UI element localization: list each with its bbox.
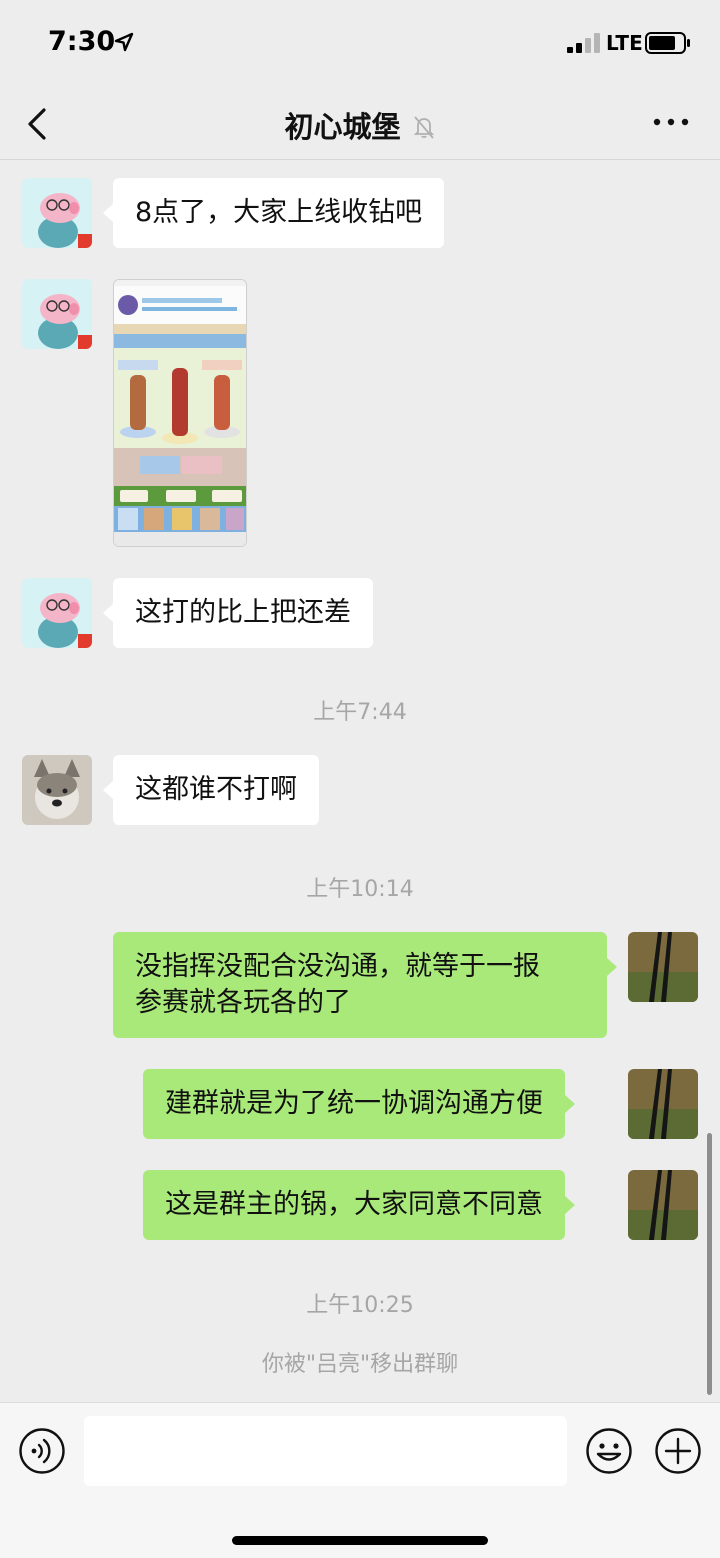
pig-avatar-icon [22, 178, 92, 248]
message-text: 这都谁不打啊 [135, 774, 297, 805]
pig-avatar-icon [22, 578, 92, 648]
sender-avatar[interactable] [22, 178, 92, 248]
message-text: 没指挥没配合没沟通，就等于一报 [135, 951, 540, 982]
message-text: 建群就是为了统一协调沟通方便 [165, 1088, 543, 1119]
scrollbar[interactable] [707, 1133, 712, 1395]
bell-slash-icon [413, 116, 434, 139]
status-time: 7:30 [48, 26, 116, 57]
voice-icon[interactable] [18, 1427, 66, 1475]
pig-avatar-icon [22, 279, 92, 349]
dog-avatar-icon [22, 755, 92, 825]
message-text: 这打的比上把还差 [135, 597, 351, 628]
network-type: LTE [606, 31, 643, 55]
message-text: 这是群主的锅，大家同意不同意 [165, 1189, 543, 1220]
home-indicator[interactable] [232, 1536, 488, 1545]
timestamp: 上午7:44 [313, 700, 407, 725]
emoji-icon[interactable] [585, 1427, 633, 1475]
shadow-photo-avatar-icon [628, 1170, 698, 1240]
message-bubble[interactable]: 这都谁不打啊 [103, 755, 319, 825]
more-dots-icon[interactable] [652, 114, 690, 130]
sender-avatar[interactable] [22, 755, 92, 825]
shadow-photo-avatar-icon [628, 932, 698, 1002]
status-bar: 7:30 LTE [0, 0, 720, 88]
battery-icon [645, 32, 690, 54]
nav-bar: 初心城堡 [0, 88, 720, 160]
system-message: 你被"吕亮"移出群聊 [261, 1352, 459, 1377]
message-bubble[interactable]: 这打的比上把还差 [103, 578, 373, 648]
chat-title: 初心城堡 [284, 110, 401, 144]
my-avatar[interactable] [628, 932, 698, 1002]
my-avatar[interactable] [628, 1069, 698, 1139]
message-input[interactable] [84, 1416, 567, 1486]
message-bubble[interactable]: 8点了，大家上线收钻吧 [102, 178, 445, 248]
message-bubble-outgoing[interactable]: 建群就是为了统一协调沟通方便 [143, 1069, 575, 1139]
timestamp: 上午10:14 [306, 877, 414, 902]
shadow-photo-avatar-icon [628, 1069, 698, 1139]
sender-avatar[interactable] [22, 279, 92, 349]
location-arrow-icon [114, 32, 134, 52]
sender-avatar[interactable] [22, 578, 92, 648]
nav-title-wrap: 初心城堡 [0, 104, 720, 146]
message-text: 参赛就各玩各的了 [135, 987, 351, 1018]
input-bar [0, 1402, 720, 1558]
signal-strength-icon [567, 33, 600, 53]
image-message[interactable] [113, 279, 247, 547]
plus-icon[interactable] [654, 1427, 702, 1475]
message-bubble-outgoing[interactable]: 没指挥没配合没沟通，就等于一报 参赛就各玩各的了 [113, 932, 617, 1038]
message-text: 8点了，大家上线收钻吧 [135, 197, 423, 228]
message-bubble-outgoing[interactable]: 这是群主的锅，大家同意不同意 [143, 1170, 575, 1240]
game-screenshot-image [114, 280, 246, 546]
my-avatar[interactable] [628, 1170, 698, 1240]
timestamp: 上午10:25 [306, 1293, 414, 1318]
